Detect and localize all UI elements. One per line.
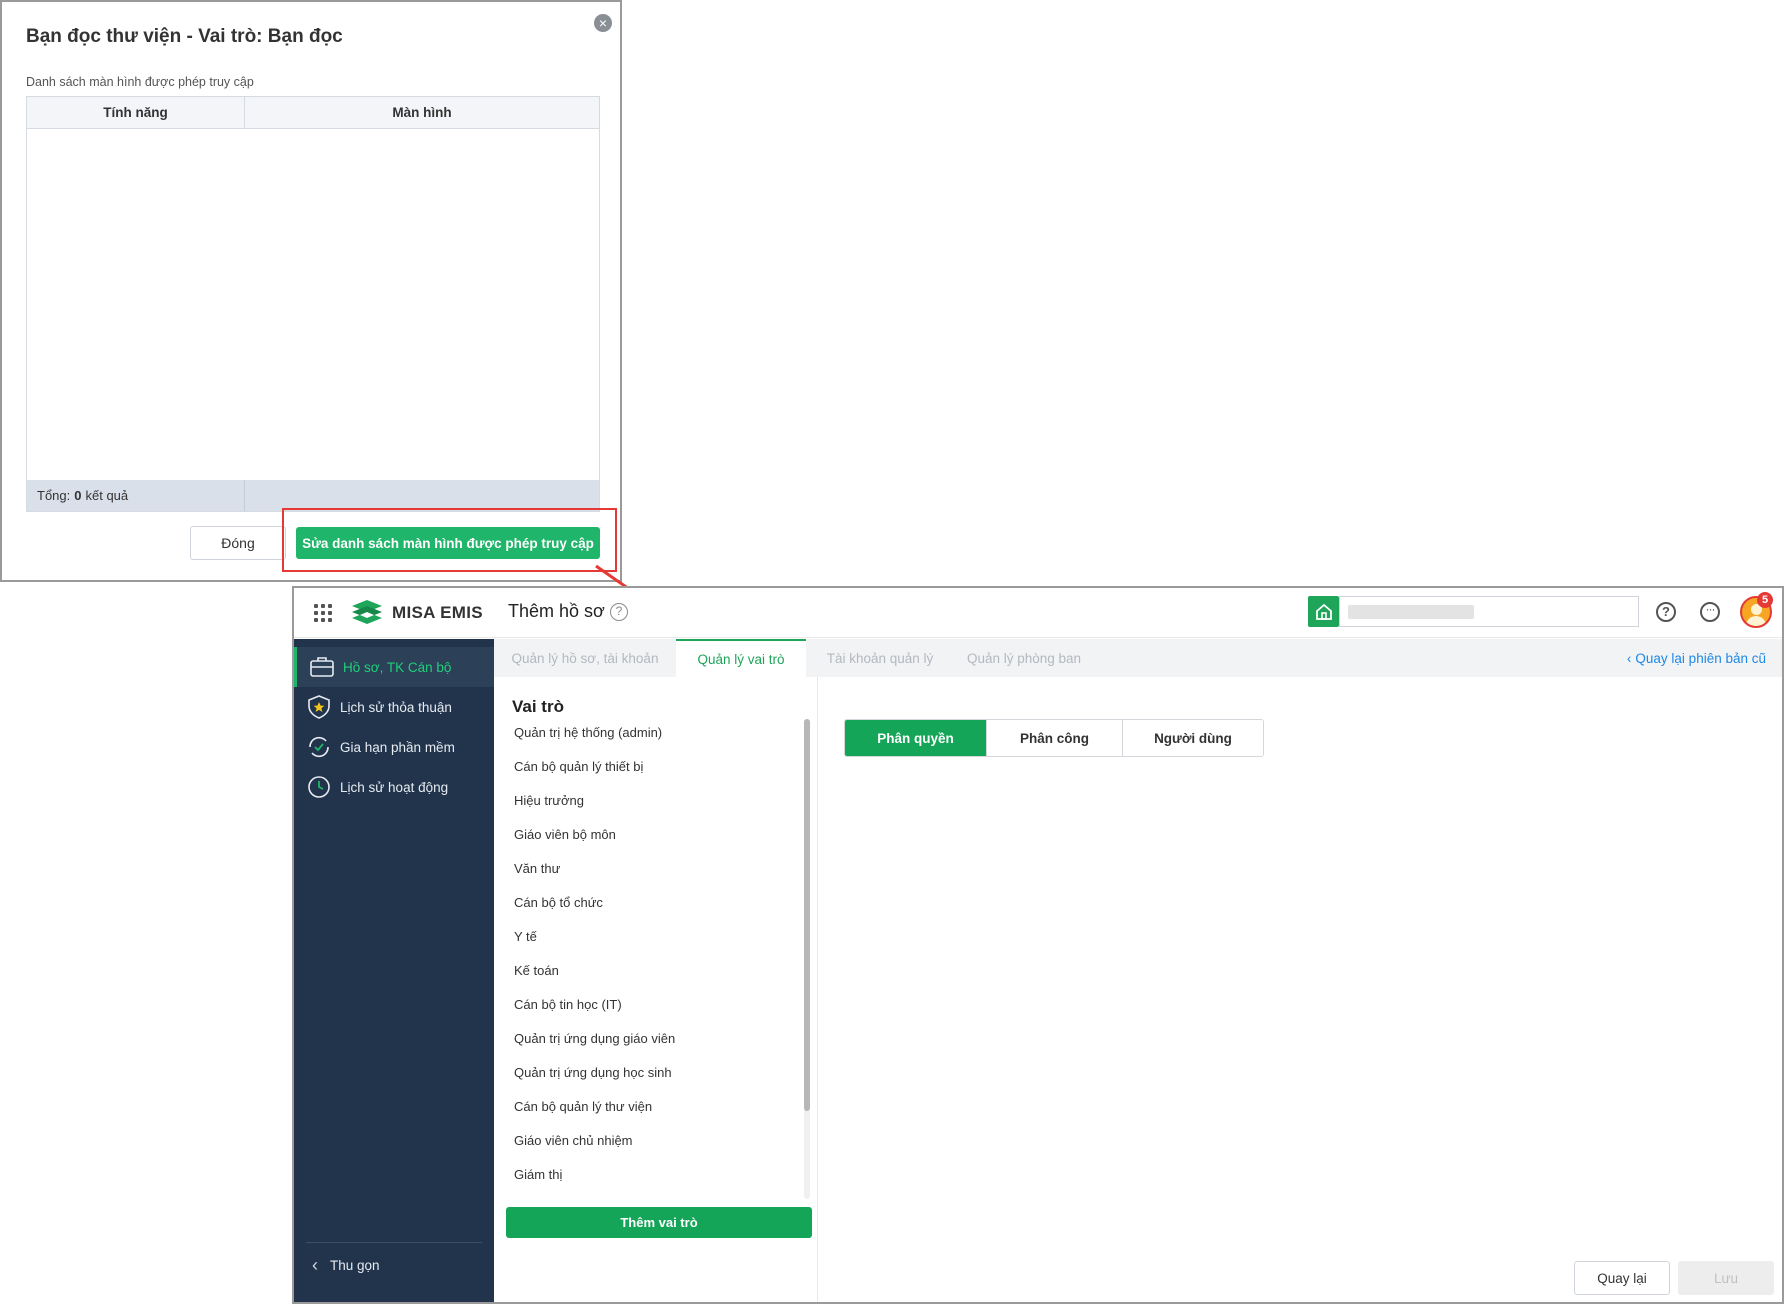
role-list-item[interactable]: Y tế [514,919,774,953]
roles-panel: Vai trò Quản trị hệ thống (admin) Cán bộ … [494,677,818,1302]
page-title: Thêm hồ sơ [508,601,605,621]
segment-assignments[interactable]: Phân công [987,720,1123,756]
role-list-item[interactable]: Giáo viên chủ nhiệm [514,1123,774,1157]
segment-permissions[interactable]: Phân quyền [845,720,987,756]
sidebar-item-activity-history[interactable]: Lịch sử hoạt động [294,767,494,807]
total-summary: Tổng: 0 kết quả [27,480,245,511]
tab-role-management[interactable]: Quản lý vai trò [676,639,806,677]
role-detail-dialog: Bạn đọc thư viện - Vai trò: Bạn đọc × Da… [0,0,622,582]
dialog-subtitle: Danh sách màn hình được phép truy cập [26,75,254,89]
help-circle-icon[interactable]: ? [1656,602,1676,622]
back-button[interactable]: Quay lại [1574,1261,1670,1295]
add-role-button[interactable]: Thêm vai trò [506,1207,812,1238]
table-header: Tính năng Màn hình [27,97,599,129]
permission-segmented-control: Phân quyền Phân công Người dùng [844,719,1264,757]
role-list-item[interactable]: Giám thị [514,1157,774,1191]
role-list-item[interactable]: Cán bộ tin học (IT) [514,987,774,1021]
sidebar-item-renew-software[interactable]: Gia hạn phần mềm [294,727,494,767]
app-grid-icon[interactable] [314,604,332,622]
tab-department-management[interactable]: Quản lý phòng ban [954,639,1094,677]
role-list-item[interactable]: Cán bộ tổ chức [514,885,774,919]
tab-managed-accounts[interactable]: Tài khoản quản lý [806,639,954,677]
edit-access-list-button[interactable]: Sửa danh sách màn hình được phép truy cậ… [296,527,600,559]
misa-emis-logo[interactable]: MISA EMIS [350,598,483,628]
total-suffix: kết quả [85,488,129,503]
emis-app-window: MISA EMIS Thêm hồ sơ ? ? ··· 5 Hồ sơ, TK… [292,586,1784,1304]
renew-icon [309,736,329,758]
more-options-icon[interactable]: ··· [1700,602,1720,622]
close-button[interactable]: Đóng [190,526,286,560]
sidebar-item-agreement-history[interactable]: Lịch sử thỏa thuận [294,687,494,727]
segment-users[interactable]: Người dùng [1123,720,1263,756]
logo-text: MISA EMIS [392,603,483,622]
school-selector[interactable] [1339,596,1639,627]
column-header-feature: Tính năng [27,97,245,128]
roles-title: Vai trò [512,697,564,716]
emis-logo-icon [352,600,382,624]
role-list-item[interactable]: Cán bộ quản lý thư viện [514,1089,774,1123]
collapse-label: Thu gọn [330,1258,380,1273]
role-list-item[interactable]: Quản trị ứng dụng giáo viên [514,1021,774,1055]
role-list-item[interactable]: Quản trị ứng dụng học sinh [514,1055,774,1089]
total-label: Tổng: [37,488,71,503]
tab-strip: Quản lý hồ sơ, tài khoản Quản lý vai trò… [494,639,1782,677]
role-list-item[interactable]: Cán bộ quản lý thiết bị [514,749,774,783]
role-list-item[interactable]: Kế toán [514,953,774,987]
home-button[interactable] [1308,596,1339,627]
close-icon[interactable]: × [594,14,612,32]
screenshot-canvas: Bạn đọc thư viện - Vai trò: Bạn đọc × Da… [0,0,1784,1304]
sidebar: Hồ sơ, TK Cán bộ Lịch sử thỏa thuận Gia … [294,639,494,1302]
role-list-item[interactable]: Quản trị hệ thống (admin) [514,715,774,749]
sidebar-item-label: Lịch sử hoạt động [340,779,449,795]
top-bar: MISA EMIS Thêm hồ sơ ? ? ··· 5 [294,588,1782,638]
back-link-label: Quay lại phiên bản cũ [1635,650,1766,666]
save-button[interactable]: Lưu [1678,1261,1774,1295]
scrollbar-thumb[interactable] [804,719,810,1111]
table-body-empty [27,129,599,480]
back-to-old-version-link[interactable]: ‹ Quay lại phiên bản cũ [1627,639,1766,677]
help-icon[interactable]: ? [610,603,628,621]
chevron-left-icon: ‹ [1626,650,1632,666]
column-header-screen: Màn hình [392,105,452,120]
chevron-left-icon: ‹ [312,1255,318,1275]
sidebar-item-label: Gia hạn phần mềm [340,739,455,755]
tab-profile-management[interactable]: Quản lý hồ sơ, tài khoản [494,639,676,677]
role-list: Quản trị hệ thống (admin) Cán bộ quản lý … [514,715,774,1191]
collapse-sidebar-button[interactable]: ‹ Thu gọn [312,1255,380,1276]
sidebar-divider [306,1242,482,1243]
screen-access-table: Tính năng Màn hình Tổng: 0 kết quả [26,96,600,512]
sidebar-item-label: Lịch sử thỏa thuận [340,699,452,715]
sidebar-item-staff-profiles[interactable]: Hồ sơ, TK Cán bộ [294,647,494,687]
role-list-item[interactable]: Hiệu trưởng [514,783,774,817]
shield-star-icon [308,695,330,719]
table-footer: Tổng: 0 kết quả [27,480,599,511]
total-count: 0 [74,488,82,503]
sidebar-item-label: Hồ sơ, TK Cán bộ [343,659,452,675]
notification-badge: 5 [1757,592,1773,608]
role-list-item[interactable]: Văn thư [514,851,774,885]
role-list-item[interactable]: Giáo viên bộ môn [514,817,774,851]
highlight-box: Sửa danh sách màn hình được phép truy cậ… [282,508,617,572]
briefcase-icon [310,657,334,677]
school-name-redacted [1348,605,1474,619]
dialog-title: Bạn đọc thư viện - Vai trò: Bạn đọc [26,26,343,47]
school-home-icon [1315,603,1332,620]
clock-icon [308,776,330,798]
